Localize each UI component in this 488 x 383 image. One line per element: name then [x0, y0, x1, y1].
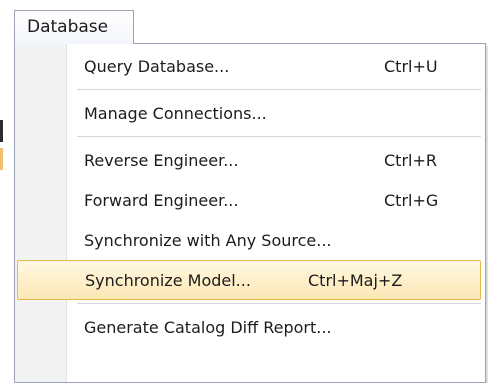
menu-item-shortcut: Ctrl+G: [384, 190, 439, 210]
menu-item-shortcut: Ctrl+R: [384, 150, 437, 170]
menu-item-generate-catalog-diff-report[interactable]: Generate Catalog Diff Report...: [15, 307, 483, 347]
menu-separator: [77, 89, 481, 90]
menu-separator: [77, 136, 481, 137]
database-menu-tab[interactable]: Database: [14, 10, 134, 44]
menu-item-label: Query Database...: [84, 56, 230, 76]
menu-item-label: Synchronize with Any Source...: [84, 230, 332, 250]
menu-item-forward-engineer[interactable]: Forward Engineer... Ctrl+G: [15, 180, 483, 220]
menu-item-shortcut: Ctrl+Maj+Z: [308, 270, 403, 290]
menu-item-query-database[interactable]: Query Database... Ctrl+U: [15, 46, 483, 86]
menu-item-synchronize-any-source[interactable]: Synchronize with Any Source...: [15, 220, 483, 260]
database-dropdown-menu: Query Database... Ctrl+U Manage Connecti…: [14, 43, 486, 383]
menu-items: Query Database... Ctrl+U Manage Connecti…: [15, 46, 485, 347]
menu-item-label: Reverse Engineer...: [84, 150, 239, 170]
menu-item-reverse-engineer[interactable]: Reverse Engineer... Ctrl+R: [15, 140, 483, 180]
menu-item-manage-connections[interactable]: Manage Connections...: [15, 93, 483, 133]
menu-item-label: Forward Engineer...: [84, 190, 239, 210]
background-window-edge: [0, 0, 14, 378]
menu-item-label: Synchronize Model...: [85, 270, 251, 290]
background-edge-mark: [0, 120, 3, 142]
menu-separator: [77, 303, 481, 304]
menu-item-shortcut: Ctrl+U: [384, 56, 438, 76]
menu-item-synchronize-model[interactable]: Synchronize Model... Ctrl+Maj+Z: [17, 260, 481, 300]
background-edge-mark: [0, 148, 3, 170]
menu-item-label: Generate Catalog Diff Report...: [84, 317, 332, 337]
menu-item-label: Manage Connections...: [84, 103, 267, 123]
